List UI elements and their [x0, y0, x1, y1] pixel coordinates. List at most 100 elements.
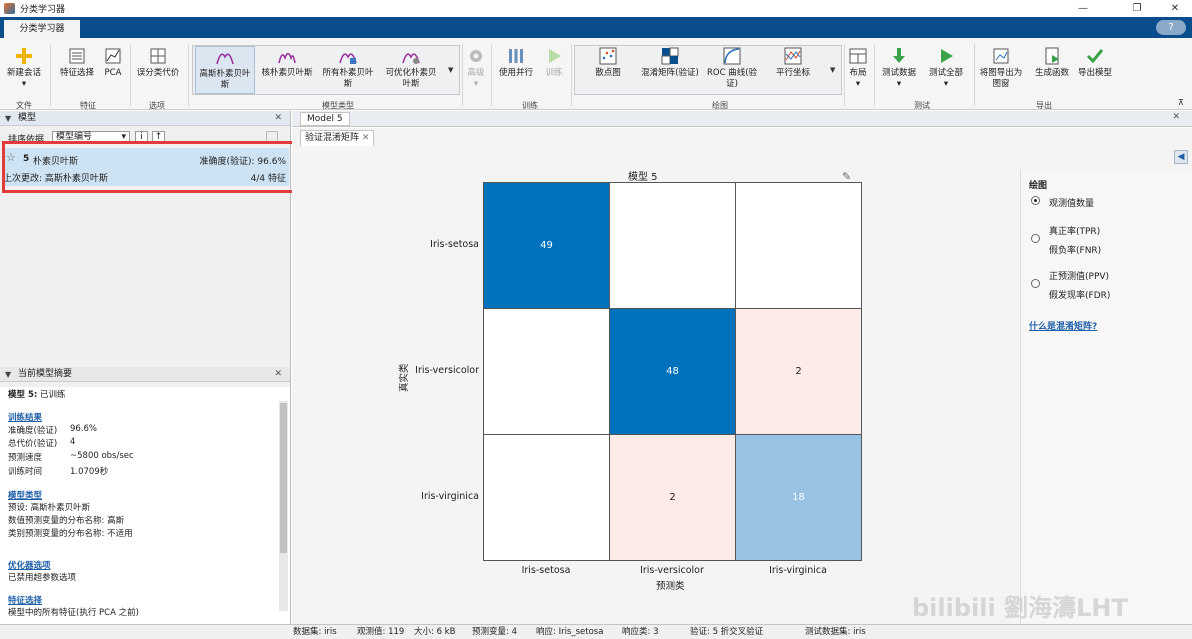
- export-plot-button[interactable]: 将图导出为图窗: [976, 46, 1026, 90]
- collapse-triangle-icon[interactable]: ▼: [5, 111, 11, 126]
- panel-title: 绘图: [1029, 181, 1048, 191]
- feature-sel-heading[interactable]: 特征选择: [8, 594, 42, 606]
- summary-row: 预测速度 ~5800 obs/sec: [8, 451, 134, 463]
- divider: [188, 44, 189, 106]
- status-item: 大小: 6 kB: [414, 627, 456, 637]
- model-type-line: 预设: 高斯朴素贝叶斯: [8, 503, 91, 513]
- layout-icon: [849, 48, 867, 64]
- divider: [844, 44, 845, 106]
- generate-function-button[interactable]: 生成函数: [1030, 46, 1074, 79]
- radio-tpr-fnr[interactable]: [1031, 234, 1040, 243]
- divider: [974, 44, 975, 106]
- kernel-nb-button[interactable]: 核朴素贝叶斯: [260, 46, 314, 79]
- pca-button[interactable]: PCA: [100, 46, 126, 79]
- export-model-button[interactable]: 导出模型: [1078, 46, 1112, 79]
- tab-classification-learner[interactable]: 分类学习器: [4, 20, 80, 38]
- scatter-button[interactable]: 散点图: [586, 46, 630, 79]
- kernel-curve-icon: [278, 52, 296, 64]
- status-bar: 数据集: iris 观测值: 119 大小: 6 kB 预测变量: 4 响应: …: [0, 624, 1192, 639]
- summary-scrollbar[interactable]: [279, 401, 288, 611]
- y-tick-label: Iris-setosa: [430, 239, 479, 250]
- all-nb-button[interactable]: 所有朴素贝叶斯: [320, 46, 376, 90]
- maximize-button[interactable]: ❐: [1122, 0, 1152, 17]
- opt-nb-button[interactable]: 可优化朴素贝叶斯: [382, 46, 440, 90]
- y-axis-label: 真实类: [399, 363, 410, 392]
- layout-button[interactable]: 布局 ▾: [846, 46, 870, 90]
- scroll-thumb[interactable]: [280, 403, 287, 553]
- plots-more-button[interactable]: ▼: [830, 66, 835, 74]
- scatter-plot-icon: [599, 47, 617, 65]
- matrix-cell: 2: [609, 434, 736, 561]
- feature-select-button[interactable]: 特征选择: [55, 46, 99, 79]
- new-session-button[interactable]: 新建会话 ▾: [4, 46, 44, 90]
- radio-label: 真正率(TPR): [1049, 227, 1101, 237]
- parallel-coord-button[interactable]: 平行坐标: [768, 46, 818, 79]
- train-button[interactable]: 训练: [540, 46, 568, 79]
- advanced-button[interactable]: 高级 ▾: [464, 46, 488, 90]
- model-type-heading[interactable]: 模型类型: [8, 489, 42, 501]
- collapse-triangle-icon[interactable]: ▼: [5, 367, 11, 382]
- export-figure-icon: [993, 48, 1009, 64]
- help-button[interactable]: ?: [1156, 20, 1186, 35]
- close-tab-icon[interactable]: ✕: [362, 133, 370, 143]
- tab-model-5[interactable]: Model 5: [300, 112, 350, 126]
- model-summary: 模型 5: 已训练 训练结果 准确度(验证) 96.6% 总代价(验证) 4 预测速…: [0, 387, 290, 625]
- plot-tab-bar: 验证混淆矩阵 ✕: [292, 128, 1192, 146]
- tab-validation-confusion[interactable]: 验证混淆矩阵 ✕: [300, 130, 375, 146]
- section-label: 导出: [1036, 101, 1052, 110]
- x-tick-label: Iris-virginica: [769, 565, 827, 576]
- play-icon: [941, 49, 953, 63]
- use-parallel-button[interactable]: 使用并行: [496, 46, 536, 79]
- train-results-heading[interactable]: 训练结果: [8, 411, 42, 423]
- function-file-icon: [1045, 47, 1059, 65]
- matrix-cell: [483, 434, 610, 561]
- models-header: ▼ 模型 ✕: [0, 111, 290, 126]
- gallery-more-button[interactable]: ▼: [448, 66, 453, 74]
- matrix-cell: 18: [735, 434, 862, 561]
- confusion-matrix-button[interactable]: 混淆矩阵(验证): [640, 46, 700, 79]
- roc-curve-button[interactable]: ROC 曲线(验证): [704, 46, 760, 90]
- test-all-button[interactable]: 测试全部 ▾: [924, 46, 968, 90]
- collapse-right-panel-icon[interactable]: ◀: [1174, 150, 1188, 164]
- matrix-cell: [735, 182, 862, 309]
- divider: [571, 44, 572, 106]
- status-item: 观测值: 119: [357, 627, 405, 637]
- radio-ppv-fdr[interactable]: [1031, 279, 1040, 288]
- parallel-coord-icon: [784, 47, 802, 65]
- optimize-curve-icon: [402, 53, 420, 64]
- radio-observations[interactable]: [1031, 196, 1040, 205]
- summary-row: 总代价(验证) 4: [8, 437, 76, 449]
- confusion-grid-icon: [661, 47, 679, 65]
- gauss-nb-button[interactable]: 高斯朴素贝叶斯: [195, 46, 255, 94]
- misclass-cost-button[interactable]: 误分类代价: [134, 46, 182, 79]
- close-button[interactable]: ✕: [1160, 0, 1190, 17]
- pca-icon: [105, 48, 121, 64]
- status-item: 数据集: iris: [293, 627, 337, 637]
- minimize-button[interactable]: —: [1068, 0, 1098, 17]
- chart-title: 模型 5: [628, 172, 658, 183]
- section-label: 特征: [80, 101, 96, 110]
- close-panel-icon[interactable]: ✕: [274, 111, 282, 126]
- summary-row: 训练时间 1.0709秒: [8, 467, 109, 477]
- optimizer-heading[interactable]: 优化器选项: [8, 559, 51, 571]
- confusion-matrix: 49 48 2 2 18: [483, 182, 862, 561]
- download-arrow-icon: [893, 48, 905, 63]
- help-link[interactable]: 什么是混淆矩阵?: [1029, 319, 1097, 332]
- model-type-line: 类别预测变量的分布名称: 不适用: [8, 529, 133, 539]
- highlight-box: [2, 141, 301, 193]
- chevron-down-icon: ▾: [943, 79, 949, 89]
- gaussian-curve-icon: [216, 53, 234, 65]
- test-data-button[interactable]: 测试数据 ▾: [878, 46, 920, 90]
- close-panel-icon[interactable]: ✕: [274, 367, 282, 382]
- status-item: 验证: 5 折交叉验证: [690, 627, 764, 637]
- divider: [50, 44, 51, 106]
- optimizer-line: 已禁用超参数选项: [8, 573, 77, 583]
- radio-label: 观测值数量: [1049, 199, 1095, 209]
- document-tab-bar: Model 5 ✕: [292, 111, 1192, 127]
- x-axis-label: 预测类: [656, 581, 685, 592]
- title-bar: 分类学习器 — ❐ ✕: [0, 0, 1192, 17]
- close-doc-icon[interactable]: ✕: [1172, 112, 1180, 122]
- section-label: 模型类型: [322, 101, 354, 110]
- y-tick-label: Iris-virginica: [421, 491, 479, 502]
- collapse-ribbon-icon[interactable]: ⊼: [1178, 98, 1184, 107]
